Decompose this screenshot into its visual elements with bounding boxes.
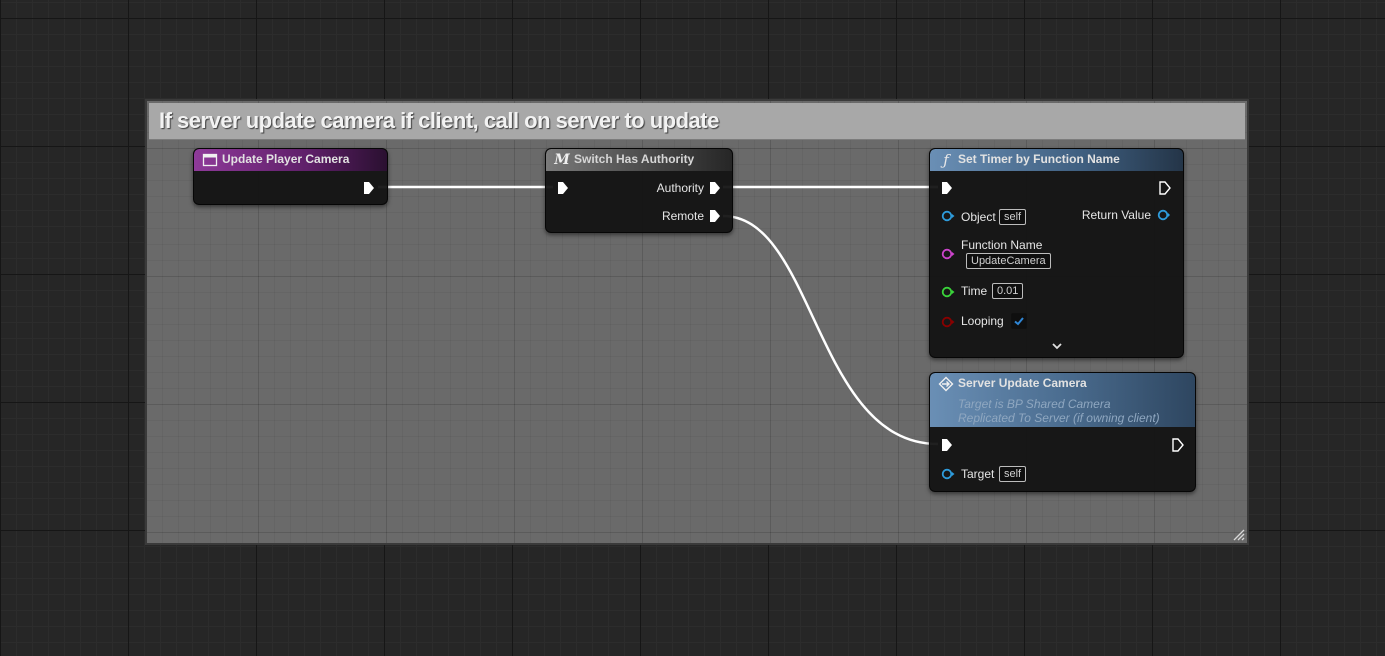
exec-wire-remote-to-server-rpc <box>722 214 939 446</box>
authority-pin-label: Authority <box>656 181 704 195</box>
function-name-label: Function Name <box>961 238 1043 252</box>
exec-out-pin[interactable] <box>1172 438 1184 452</box>
exec-in-pin[interactable] <box>557 181 569 195</box>
object-default-field[interactable]: self <box>999 209 1027 225</box>
time-pin-label: Time <box>961 284 988 298</box>
node-title: Set Timer by Function Name <box>958 152 1120 166</box>
exec-in-pin[interactable] <box>941 181 953 195</box>
remote-exec-out-pin[interactable] <box>709 209 721 223</box>
function-name-pin[interactable] <box>941 248 955 260</box>
looping-checkbox[interactable] <box>1011 313 1027 329</box>
target-default-field[interactable]: self <box>999 466 1027 482</box>
exec-out-pin[interactable] <box>363 181 375 195</box>
time-pin[interactable] <box>941 286 955 298</box>
node-title: Switch Has Authority <box>574 152 695 166</box>
exec-out-pin[interactable] <box>1159 181 1171 195</box>
node-subtitle-target: Target is BP Shared Camera <box>958 397 1111 411</box>
node-server-update-camera[interactable]: Server Update Camera Target is BP Shared… <box>929 372 1196 492</box>
node-switch-has-authority[interactable]: M Switch Has Authority Authority Remote <box>545 148 733 233</box>
object-pin-label: Object <box>961 210 996 224</box>
node-update-player-camera[interactable]: Update Player Camera <box>193 148 388 205</box>
object-pin[interactable] <box>941 210 955 222</box>
looping-pin[interactable] <box>941 316 955 328</box>
exec-in-pin[interactable] <box>941 438 953 452</box>
return-value-pin[interactable] <box>1156 209 1170 221</box>
event-icon <box>202 153 218 167</box>
target-pin[interactable] <box>941 468 955 480</box>
node-subtitle-replication: Replicated To Server (if owning client) <box>958 411 1160 425</box>
time-field[interactable]: 0.01 <box>992 283 1024 299</box>
node-title: Update Player Camera <box>222 152 350 166</box>
looping-pin-label: Looping <box>961 314 1004 328</box>
chevron-down-icon[interactable] <box>1051 342 1063 351</box>
authority-exec-out-pin[interactable] <box>709 181 721 195</box>
function-icon: ƒ <box>943 151 949 169</box>
macro-icon: M <box>554 152 570 168</box>
remote-pin-label: Remote <box>661 209 704 223</box>
return-value-label: Return Value <box>1081 208 1151 222</box>
node-set-timer-by-function-name[interactable]: ƒ Set Timer by Function Name Object self… <box>929 148 1184 358</box>
rpc-icon <box>938 376 954 392</box>
node-title: Server Update Camera <box>958 376 1087 390</box>
function-name-field[interactable]: UpdateCamera <box>966 253 1051 269</box>
checkmark-icon <box>1014 317 1024 326</box>
target-pin-label: Target <box>961 467 995 481</box>
